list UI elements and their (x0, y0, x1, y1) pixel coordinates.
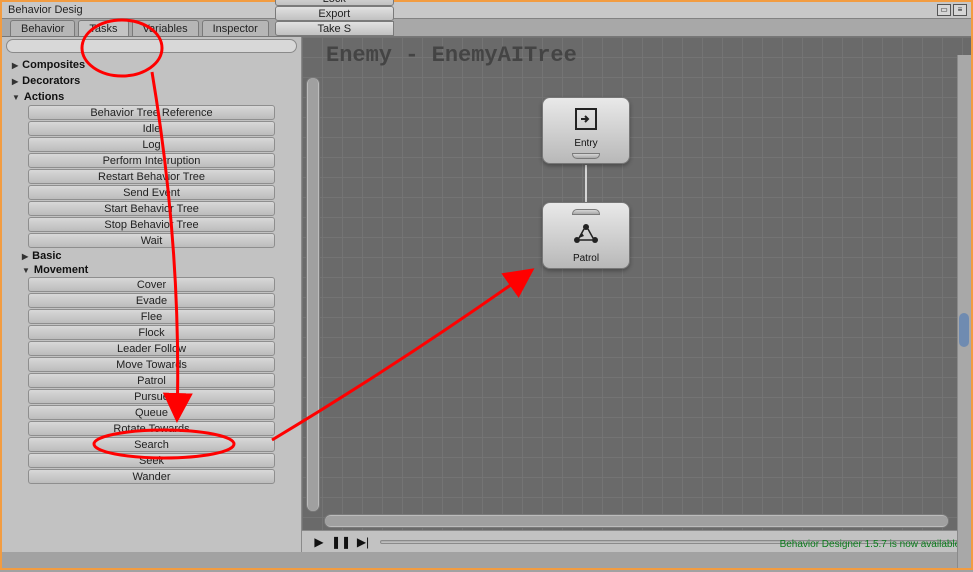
main-split: Composites Decorators Actions Behavior T… (2, 37, 971, 552)
task-item[interactable]: Evade (28, 293, 275, 308)
canvas-title: Enemy - EnemyAITree (326, 43, 577, 68)
window-title: Behavior Desig (8, 4, 83, 16)
category-movement[interactable]: Movement (2, 263, 301, 277)
task-item-patrol[interactable]: Patrol (28, 373, 275, 388)
title-bar: Behavior Desig ▭ ≡ (2, 2, 971, 19)
window-menu-icon[interactable]: ≡ (953, 4, 967, 16)
task-item[interactable]: Queue (28, 405, 275, 420)
sidebar: Composites Decorators Actions Behavior T… (2, 37, 302, 552)
category-actions[interactable]: Actions (2, 89, 301, 105)
category-basic[interactable]: Basic (2, 249, 301, 263)
canvas-vertical-scrollbar[interactable] (306, 77, 320, 512)
tab-inspector[interactable]: Inspector (202, 20, 269, 36)
task-item[interactable]: Perform Interruption (28, 153, 275, 168)
task-item[interactable]: Send Event (28, 185, 275, 200)
task-item[interactable]: Behavior Tree Reference (28, 105, 275, 120)
tab-variables[interactable]: Variables (132, 20, 199, 36)
node-label: Patrol (573, 253, 599, 264)
window-controls: ▭ ≡ (937, 4, 971, 16)
task-item[interactable]: Start Behavior Tree (28, 201, 275, 216)
search-row (2, 37, 301, 55)
task-item[interactable]: Search (28, 437, 275, 452)
window-tab-icon[interactable]: ▭ (937, 4, 951, 16)
task-item[interactable]: Wait (28, 233, 275, 248)
task-item[interactable]: Restart Behavior Tree (28, 169, 275, 184)
category-decorators[interactable]: Decorators (2, 73, 301, 89)
entry-icon (571, 104, 601, 134)
task-item[interactable]: Wander (28, 469, 275, 484)
screenshot-button[interactable]: Take S (275, 21, 394, 36)
task-item[interactable]: Seek (28, 453, 275, 468)
toolbar: ◀ ▶ ... Enemy EnemyAITree Referenced Beh… (272, 0, 394, 36)
category-composites[interactable]: Composites (2, 57, 301, 73)
grid-bg (302, 37, 971, 552)
step-button[interactable]: ▶| (352, 534, 374, 550)
node-patrol[interactable]: Patrol (542, 202, 630, 269)
graph-canvas[interactable]: Enemy - EnemyAITree Entry Patrol ▶ ❚❚ ▶|… (302, 37, 971, 552)
window-scrollbar[interactable] (957, 55, 971, 568)
task-item[interactable]: Rotate Towards (28, 421, 275, 436)
patrol-icon (571, 219, 601, 249)
task-list: Composites Decorators Actions Behavior T… (2, 55, 301, 552)
node-link (585, 165, 587, 202)
task-item[interactable]: Cover (28, 277, 275, 292)
pause-button[interactable]: ❚❚ (330, 534, 352, 550)
play-button[interactable]: ▶ (308, 534, 330, 550)
task-item[interactable]: Idle (28, 121, 275, 136)
search-input[interactable] (6, 39, 297, 53)
update-available-label[interactable]: Behavior Designer 1.5.7 is now available… (780, 539, 963, 550)
node-label: Entry (574, 138, 597, 149)
export-button[interactable]: Export (275, 6, 394, 21)
window-scroll-thumb[interactable] (959, 313, 969, 347)
node-output-port[interactable] (572, 153, 600, 159)
task-item[interactable]: Flock (28, 325, 275, 340)
task-item[interactable]: Move Towards (28, 357, 275, 372)
tab-tasks[interactable]: Tasks (78, 20, 128, 36)
node-entry[interactable]: Entry (542, 97, 630, 164)
task-item[interactable]: Stop Behavior Tree (28, 217, 275, 232)
task-item[interactable]: Flee (28, 309, 275, 324)
playback-bar: ▶ ❚❚ ▶| Behavior Designer 1.5.7 is now a… (302, 530, 971, 552)
task-item[interactable]: Log (28, 137, 275, 152)
panel-tabs: Behavior Tasks Variables Inspector ◀ ▶ .… (2, 19, 971, 37)
node-input-port[interactable] (572, 209, 600, 215)
task-item[interactable]: Pursue (28, 389, 275, 404)
task-item[interactable]: Leader Follow (28, 341, 275, 356)
tab-behavior[interactable]: Behavior (10, 20, 75, 36)
canvas-horizontal-scrollbar[interactable] (324, 514, 949, 528)
